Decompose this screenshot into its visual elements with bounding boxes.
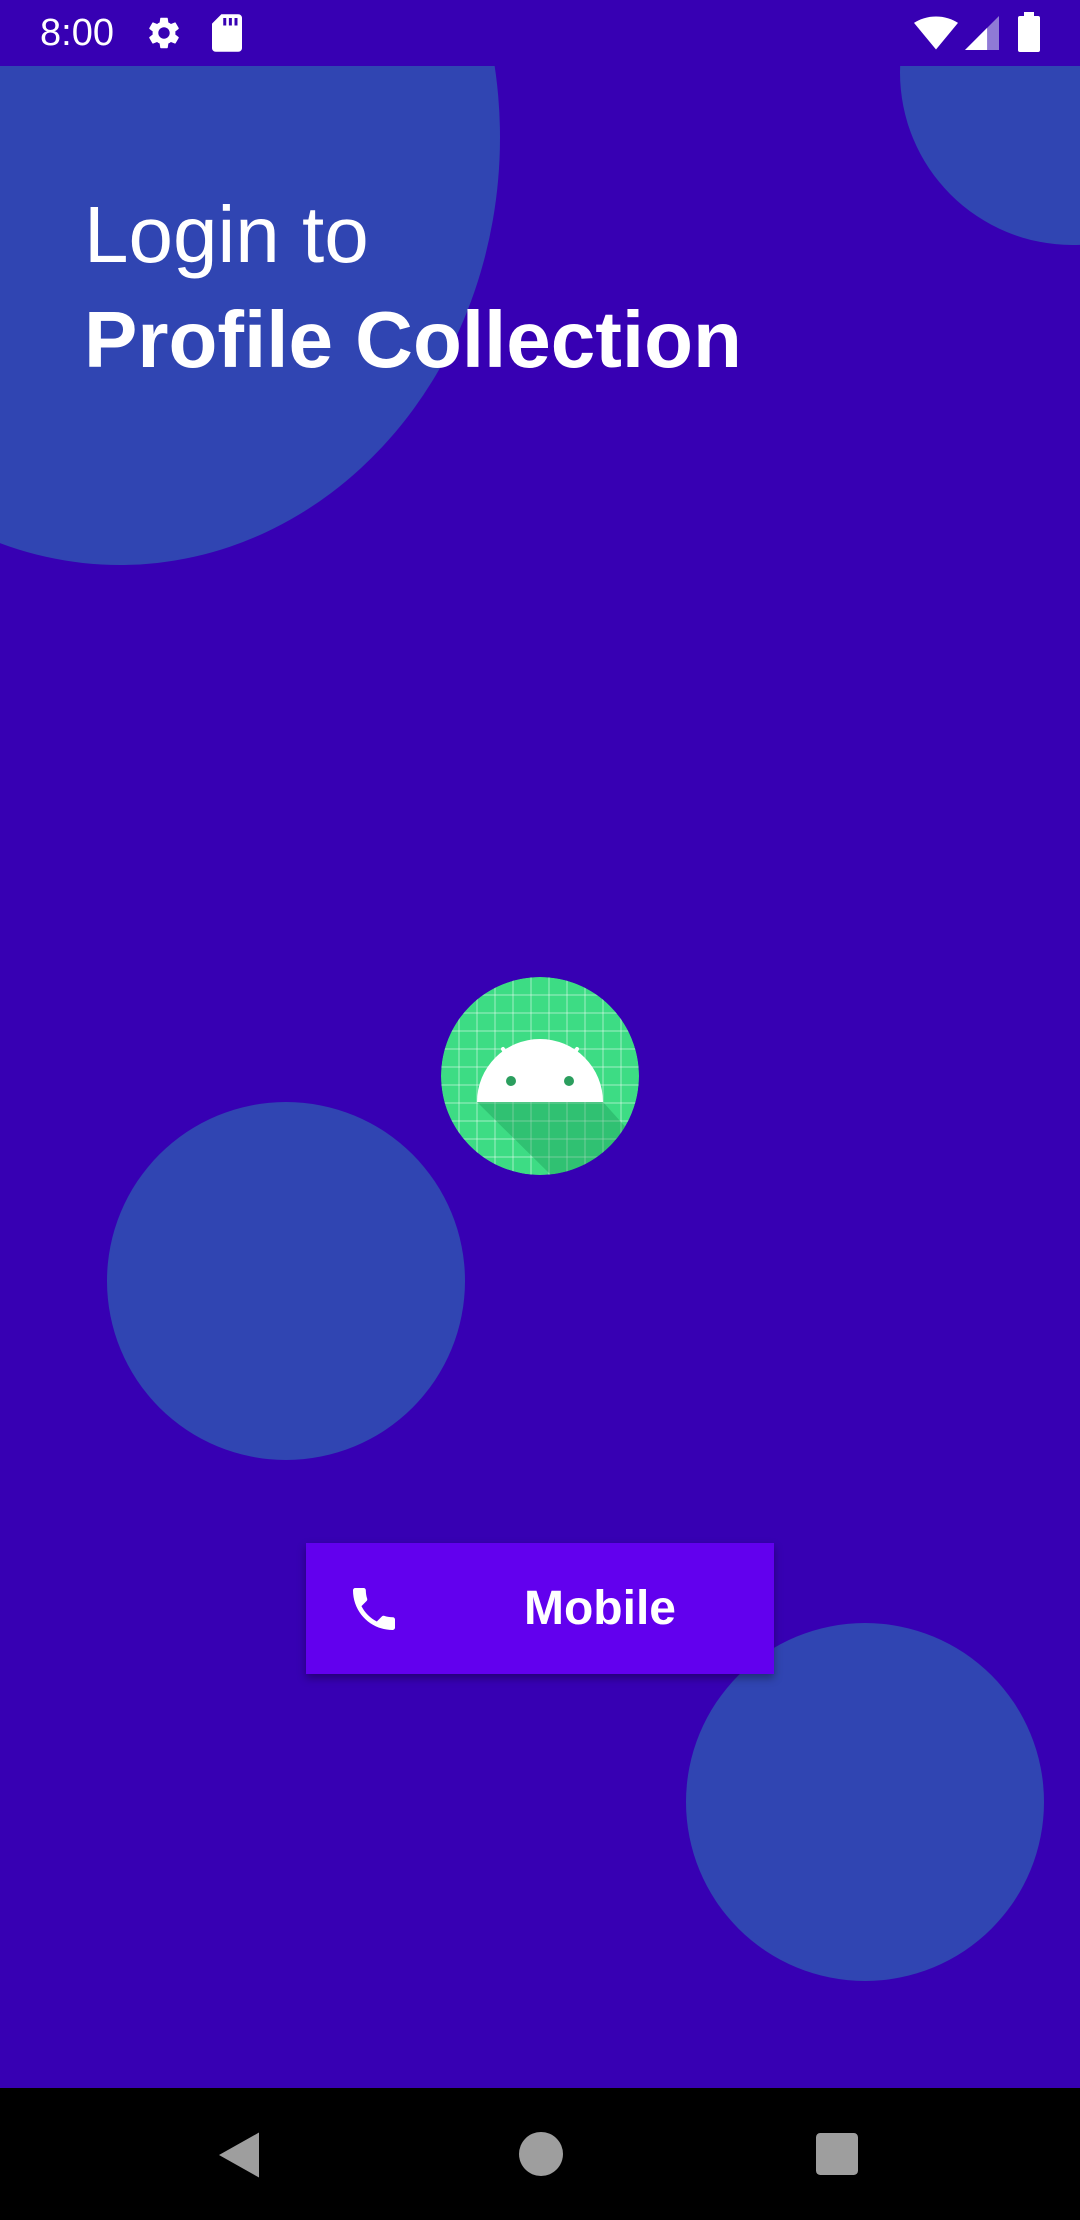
status-time: 8:00 xyxy=(40,12,114,54)
recents-icon[interactable] xyxy=(816,2133,858,2175)
phone-icon xyxy=(353,1588,395,1630)
sdcard-icon xyxy=(212,14,242,52)
decorative-circle xyxy=(107,1102,465,1460)
home-icon[interactable] xyxy=(519,2132,563,2176)
title-line-login-to: Login to xyxy=(84,190,369,279)
back-icon[interactable] xyxy=(214,2130,264,2180)
mobile-button-label: Mobile xyxy=(524,1582,676,1635)
decorative-circle xyxy=(686,1623,1044,1981)
signal-icon xyxy=(965,16,999,50)
battery-icon xyxy=(1018,12,1040,52)
android-icon xyxy=(441,977,639,1175)
wifi-icon xyxy=(914,16,958,50)
navigation-bar xyxy=(0,2088,1080,2220)
status-bar: 8:00 xyxy=(0,0,1080,66)
title-line-app-name: Profile Collection xyxy=(84,295,742,384)
page-title: Login to Profile Collection xyxy=(84,185,742,395)
login-screen: 8:00 Login to Profile Collection Mobile xyxy=(0,0,1080,2220)
gear-icon xyxy=(149,17,179,49)
mobile-login-button[interactable]: Mobile xyxy=(306,1543,774,1674)
